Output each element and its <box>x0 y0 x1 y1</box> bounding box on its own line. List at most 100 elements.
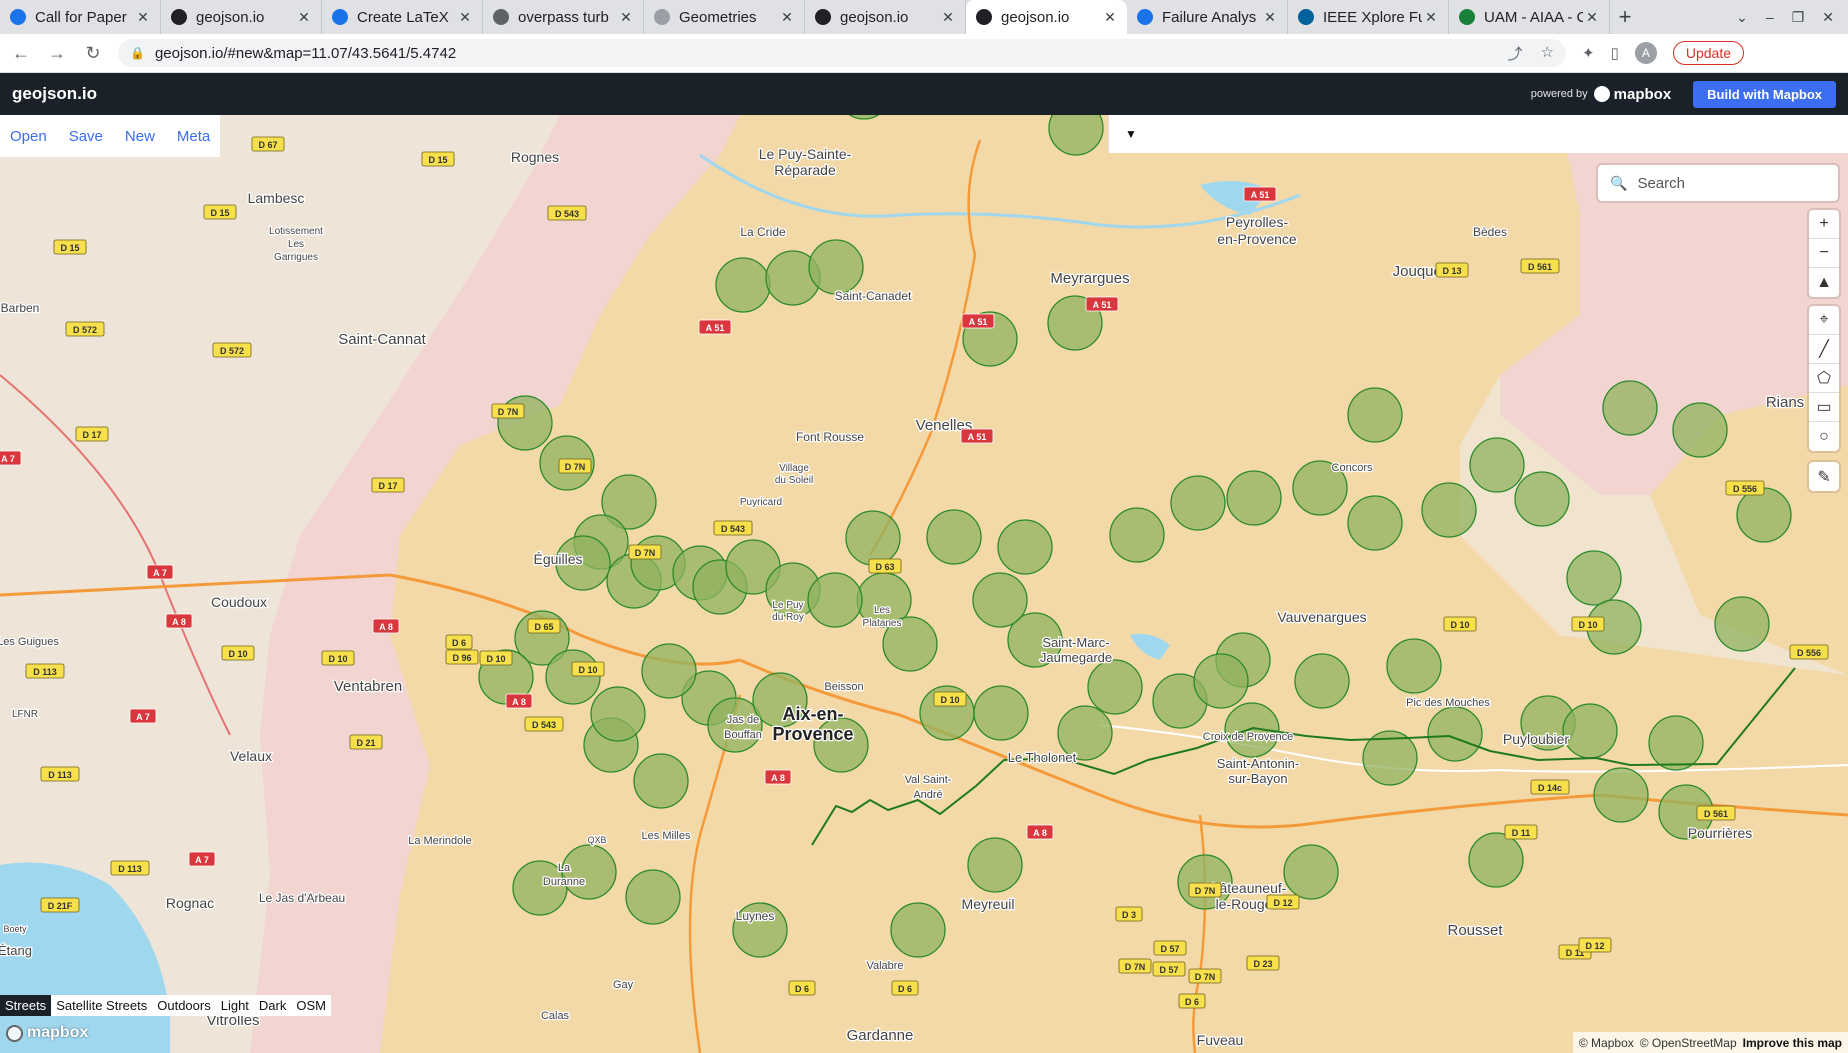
close-icon[interactable]: ✕ <box>456 9 474 26</box>
road-shield: D 561 <box>1520 258 1560 274</box>
back-arrow-icon[interactable]: ← <box>6 38 36 68</box>
powered-by: powered by mapbox <box>1531 86 1671 103</box>
tab-favicon-icon <box>654 9 670 25</box>
minimize-icon[interactable]: – <box>1766 9 1774 25</box>
menu-meta[interactable]: Meta <box>177 128 210 145</box>
browser-tab[interactable]: Call for Paper ✕ <box>0 0 161 34</box>
zoom-out-button[interactable]: − <box>1809 239 1839 268</box>
browser-tab[interactable]: IEEE Xplore Fu ✕ <box>1288 0 1449 34</box>
layer-satellite-streets[interactable]: Satellite Streets <box>51 995 152 1016</box>
browser-tab[interactable]: geojson.io ✕ <box>805 0 966 34</box>
menu-new[interactable]: New <box>125 128 155 145</box>
road-shield: D 7N <box>1188 968 1222 984</box>
search-icon: 🔍 <box>1610 174 1628 191</box>
close-icon[interactable]: ✕ <box>1583 9 1601 26</box>
map-city-label: André <box>913 789 942 801</box>
side-panel-icon[interactable]: ▯ <box>1611 44 1619 62</box>
browser-tab[interactable]: UAM - AIAA - C ✕ <box>1449 0 1610 34</box>
panel-toggle-caret-icon[interactable]: ▼ <box>1125 127 1137 141</box>
menu-save[interactable]: Save <box>69 128 103 145</box>
attribution-mapbox[interactable]: © Mapbox <box>1579 1036 1634 1050</box>
browser-tab[interactable]: geojson.io ✕ <box>161 0 322 34</box>
mapbox-watermark[interactable]: mapbox <box>6 1024 88 1042</box>
forward-arrow-icon[interactable]: → <box>42 38 72 68</box>
road-shield-label: A 7 <box>195 855 209 865</box>
map-canvas[interactable]: Aix-en- Provence Vitrolles Gardanne Rognac Ve… <box>0 115 1848 1053</box>
restore-icon[interactable]: ❐ <box>1792 9 1805 26</box>
bookmark-star-icon[interactable]: ☆ <box>1541 43 1554 64</box>
road-shield: A 7 <box>0 450 22 466</box>
attribution-osm[interactable]: © OpenStreetMap <box>1640 1036 1737 1050</box>
zoom-in-button[interactable]: + <box>1809 210 1839 239</box>
road-shield: A 8 <box>165 613 193 629</box>
road-shield: D 57 <box>1152 961 1186 977</box>
tab-title: overpass turb <box>518 8 609 26</box>
layer-osm[interactable]: OSM <box>291 995 331 1016</box>
road-shield-label: A 8 <box>1033 828 1047 838</box>
map-city-label: La <box>558 862 571 874</box>
layer-streets[interactable]: Streets <box>0 995 52 1016</box>
road-shield: D 65 <box>527 618 561 634</box>
app-header: geojson.io powered by mapbox Build with … <box>0 73 1848 115</box>
edit-icon[interactable]: ✎ <box>1809 462 1839 491</box>
road-shield-label: D 7N <box>1195 886 1216 896</box>
map-city-label: La Cride <box>740 225 786 239</box>
road-shield: D 10 <box>479 650 513 666</box>
close-icon[interactable]: ✕ <box>617 9 635 26</box>
close-icon[interactable]: ✕ <box>939 9 957 26</box>
lock-icon[interactable]: 🔒 <box>130 46 145 60</box>
road-shield-label: A 8 <box>379 622 393 632</box>
map-city-label: Concors <box>1332 462 1373 474</box>
map-city-label: Garrigues <box>274 252 318 263</box>
road-shield: A 7 <box>146 564 174 580</box>
close-icon[interactable]: ✕ <box>1101 9 1119 26</box>
url-field[interactable]: 🔒 geojson.io/#new&map=11.07/43.5641/5.47… <box>118 39 1566 67</box>
build-with-mapbox-button[interactable]: Build with Mapbox <box>1693 80 1836 108</box>
tab-search-chevron-icon[interactable]: ⌄ <box>1736 9 1748 26</box>
browser-tab-active[interactable]: geojson.io ✕ <box>966 0 1127 34</box>
draw-line-icon[interactable]: ╱ <box>1809 335 1839 364</box>
map-city-label: Le Jas d'Arbeau <box>259 891 345 905</box>
close-icon[interactable]: ✕ <box>1422 9 1440 26</box>
close-icon[interactable]: ✕ <box>1261 9 1279 26</box>
draw-point-icon[interactable]: ⌖ <box>1809 306 1839 335</box>
draw-circle-icon[interactable]: ○ <box>1809 422 1839 451</box>
map-city-label: Valabre <box>866 960 903 972</box>
compass-icon[interactable]: ▲ <box>1809 268 1839 297</box>
mapbox-logo[interactable]: mapbox <box>1593 86 1671 103</box>
close-icon[interactable]: ✕ <box>134 9 152 26</box>
layer-outdoors[interactable]: Outdoors <box>152 995 215 1016</box>
share-icon[interactable]: ⤴ <box>1508 43 1523 64</box>
browser-tab[interactable]: overpass turb ✕ <box>483 0 644 34</box>
draw-rectangle-icon[interactable]: ▭ <box>1809 393 1839 422</box>
layer-dark[interactable]: Dark <box>254 995 291 1016</box>
road-shield: A 8 <box>764 769 792 785</box>
road-shield: D 556 <box>1789 644 1829 660</box>
draw-polygon-icon[interactable]: ⬠ <box>1809 364 1839 393</box>
search-input[interactable]: 🔍 Search <box>1598 165 1838 201</box>
road-shield: D 572 <box>212 342 252 358</box>
new-tab-button[interactable]: + <box>1610 0 1640 34</box>
powered-by-text: powered by <box>1530 88 1588 100</box>
reload-icon[interactable]: ↻ <box>78 38 108 68</box>
close-window-icon[interactable]: ✕ <box>1822 9 1834 26</box>
map-city-label: Bouffan <box>724 729 762 741</box>
browser-tab[interactable]: Failure Analys ✕ <box>1127 0 1288 34</box>
improve-map-link[interactable]: Improve this map <box>1743 1036 1842 1050</box>
layer-light[interactable]: Light <box>216 995 254 1016</box>
road-shield-label: A 51 <box>706 323 725 333</box>
road-shield-label: D 113 <box>48 770 72 780</box>
close-icon[interactable]: ✕ <box>778 9 796 26</box>
road-shield: D 543 <box>524 716 564 732</box>
browser-tab[interactable]: Create LaTeX ✕ <box>322 0 483 34</box>
avatar[interactable]: A <box>1634 42 1657 64</box>
browser-tab[interactable]: Geometries ✕ <box>644 0 805 34</box>
map-city-label: Ventabren <box>334 678 402 695</box>
update-button[interactable]: Update <box>1672 41 1744 65</box>
app-logo[interactable]: geojson.io <box>12 84 97 104</box>
road-shield-label: D 543 <box>532 720 556 730</box>
extensions-puzzle-icon[interactable]: ✦ <box>1582 44 1595 62</box>
menu-open[interactable]: Open <box>10 128 47 145</box>
close-icon[interactable]: ✕ <box>295 9 313 26</box>
road-shield: D 67 <box>251 136 285 152</box>
